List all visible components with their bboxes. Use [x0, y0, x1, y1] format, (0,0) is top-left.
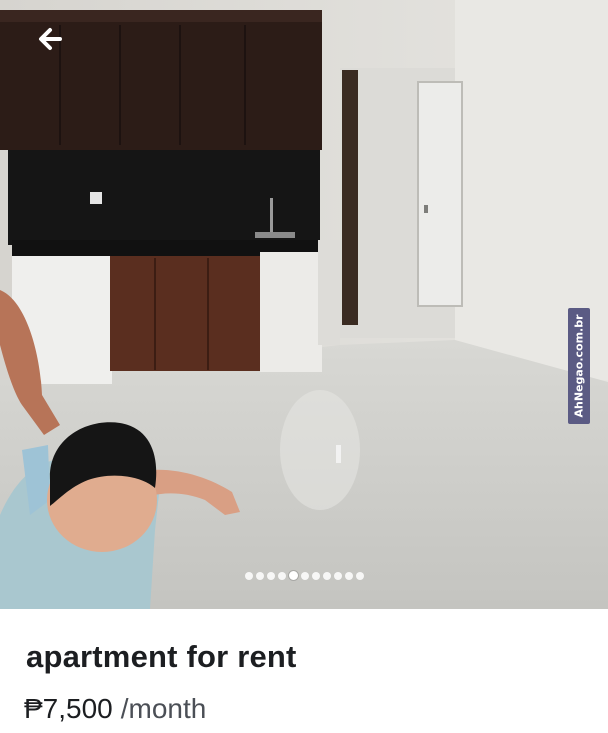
carousel-dot[interactable] [355, 572, 364, 580]
listing-info: apartment for rent ₱7,500/month [0, 609, 608, 733]
listing-title: apartment for rent [26, 639, 297, 674]
carousel-dot[interactable] [322, 572, 331, 580]
apartment-photo-image [0, 0, 608, 609]
carousel-dot[interactable] [300, 572, 309, 580]
listing-price: ₱7,500 [24, 693, 113, 724]
back-button[interactable] [30, 22, 70, 56]
carousel-dot[interactable] [311, 572, 320, 580]
carousel-dot[interactable] [266, 572, 275, 580]
carousel-dot[interactable] [244, 572, 253, 580]
carousel-dot[interactable] [333, 572, 342, 580]
carousel-dot[interactable] [344, 572, 353, 580]
arrow-left-icon [39, 28, 62, 50]
price-period: /month [120, 693, 207, 724]
watermark: AhNegao.com.br [568, 308, 590, 424]
listing-photo[interactable]: AhNegao.com.br [0, 0, 608, 609]
carousel-dot[interactable] [277, 572, 286, 580]
listing-card: AhNegao.com.br apartment for rent ₱7,500… [0, 0, 608, 733]
carousel-dots [0, 571, 608, 580]
price-row: ₱7,500/month [24, 693, 206, 725]
carousel-dot[interactable] [255, 572, 264, 580]
watermark-text: AhNegao.com.br [572, 314, 586, 418]
carousel-dot-active[interactable] [288, 571, 298, 580]
